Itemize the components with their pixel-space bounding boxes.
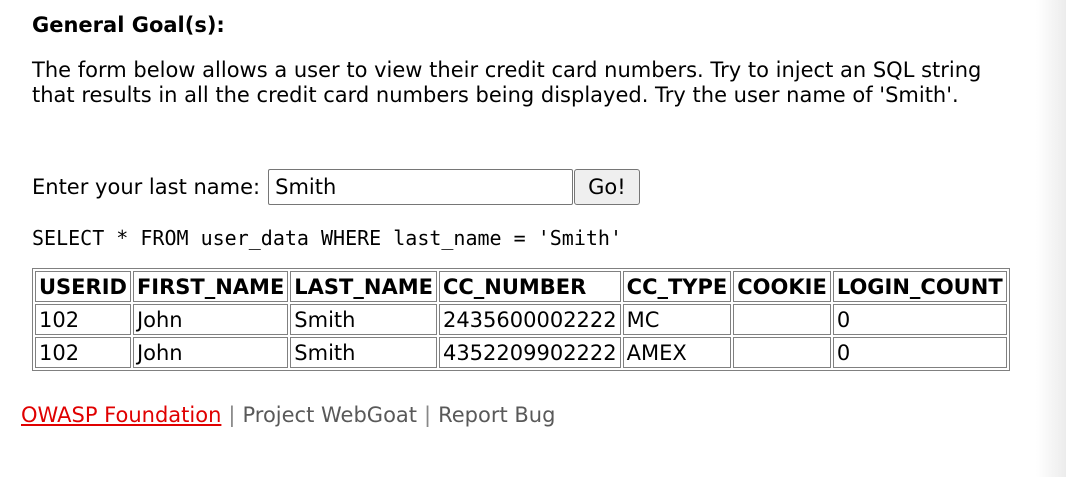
page-edge-shadow [1036, 0, 1066, 477]
column-header: USERID [35, 271, 131, 302]
table-cell: 102 [35, 337, 131, 368]
project-webgoat-text: Project WebGoat [242, 403, 418, 427]
sql-query: SELECT * FROM user_data WHERE last_name … [32, 226, 623, 250]
table-header-row: USERID FIRST_NAME LAST_NAME CC_NUMBER CC… [35, 271, 1007, 302]
table-cell: Smith [290, 304, 437, 335]
owasp-foundation-link[interactable]: OWASP Foundation [21, 403, 221, 427]
footer-separator: | [424, 403, 432, 427]
column-header: LAST_NAME [290, 271, 437, 302]
column-header: CC_TYPE [622, 271, 732, 302]
table-cell: John [132, 337, 289, 368]
column-header: CC_NUMBER [438, 271, 621, 302]
table-cell: 0 [832, 337, 1007, 368]
column-header: FIRST_NAME [132, 271, 289, 302]
footer-separator: | [228, 403, 236, 427]
report-bug-text: Report Bug [438, 403, 556, 427]
table-cell: John [132, 304, 289, 335]
table-cell: 2435600002222 [438, 304, 621, 335]
table-cell: 4352209902222 [438, 337, 621, 368]
goal-description: The form below allows a user to view the… [32, 58, 982, 107]
goal-heading: General Goal(s): [32, 13, 225, 37]
table-cell [733, 337, 831, 368]
table-cell [733, 304, 831, 335]
table-cell: 0 [832, 304, 1007, 335]
last-name-input[interactable] [268, 169, 574, 205]
table-row: 102 John Smith 4352209902222 AMEX 0 [35, 337, 1007, 368]
column-header: COOKIE [733, 271, 831, 302]
table-cell: 102 [35, 304, 131, 335]
lookup-form: Enter your last name: Go! [32, 169, 640, 205]
page-footer: OWASP Foundation | Project WebGoat | Report … [21, 402, 555, 428]
table-cell: MC [622, 304, 732, 335]
go-button[interactable]: Go! [574, 169, 640, 205]
last-name-label: Enter your last name: [32, 175, 261, 199]
results-table: USERID FIRST_NAME LAST_NAME CC_NUMBER CC… [32, 268, 1010, 371]
table-cell: Smith [290, 337, 437, 368]
table-row: 102 John Smith 2435600002222 MC 0 [35, 304, 1007, 335]
column-header: LOGIN_COUNT [832, 271, 1007, 302]
table-cell: AMEX [622, 337, 732, 368]
